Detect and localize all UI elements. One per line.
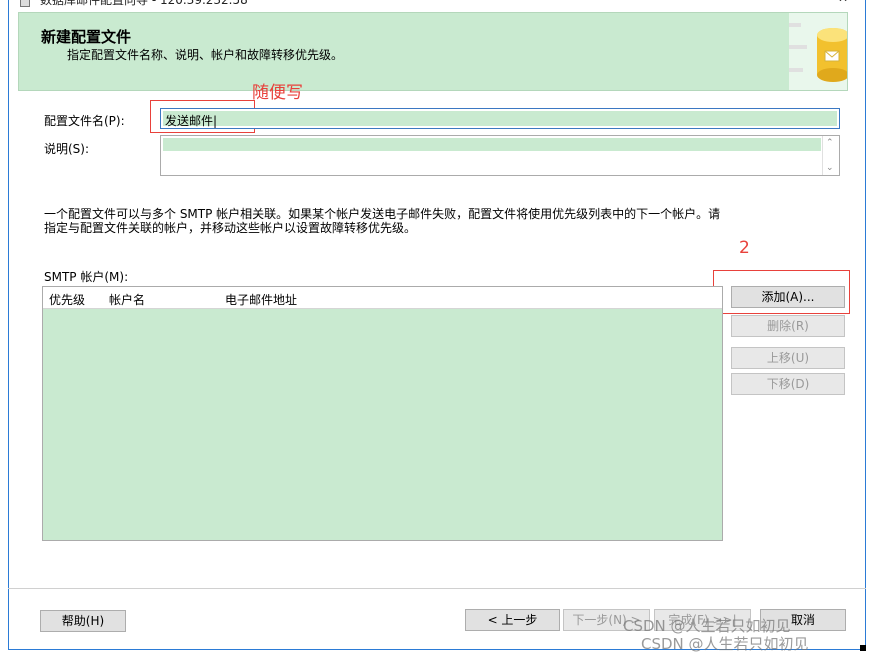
profile-name-input[interactable]: 发送邮件| bbox=[160, 108, 840, 129]
column-account-name[interactable]: 帐户名 bbox=[109, 291, 145, 308]
watermark-line-2: CSDN @人生若只如初见 bbox=[641, 635, 809, 653]
scroll-up-icon[interactable]: ⌃ bbox=[826, 138, 834, 148]
database-mail-logo-icon bbox=[789, 13, 847, 90]
profile-name-value: 发送邮件| bbox=[165, 114, 218, 128]
footer-divider bbox=[8, 588, 866, 589]
info-text: 一个配置文件可以与多个 SMTP 帐户相关联。如果某个帐户发送电子邮件失败，配置… bbox=[44, 207, 844, 235]
wizard-header: 新建配置文件 指定配置文件名称、说明、帐户和故障转移优先级。 bbox=[18, 12, 848, 91]
remove-account-button[interactable]: 删除(R) bbox=[731, 315, 845, 337]
info-line-2: 指定与配置文件关联的帐户，并移动这些帐户以设置故障转移优先级。 bbox=[44, 221, 417, 235]
corner-marker bbox=[860, 645, 866, 651]
profile-name-label: 配置文件名(P): bbox=[44, 114, 125, 128]
app-icon bbox=[20, 0, 30, 7]
window-title: 数据库邮件配置向导 - 120.39.232.58 bbox=[40, 0, 248, 7]
info-line-1: 一个配置文件可以与多个 SMTP 帐户相关联。如果某个帐户发送电子邮件失败，配置… bbox=[44, 207, 721, 221]
page-title: 新建配置文件 bbox=[41, 28, 132, 46]
description-input[interactable]: ⌃ ⌄ bbox=[160, 135, 840, 176]
smtp-accounts-table[interactable]: 优先级 帐户名 电子邮件地址 bbox=[42, 286, 723, 541]
add-account-button[interactable]: 添加(A)... bbox=[731, 286, 845, 308]
help-button[interactable]: 帮助(H) bbox=[40, 610, 126, 632]
description-scrollbar[interactable]: ⌃ ⌄ bbox=[822, 136, 839, 175]
scroll-down-icon[interactable]: ⌄ bbox=[826, 163, 834, 173]
column-email-address[interactable]: 电子邮件地址 bbox=[225, 291, 297, 308]
title-bar[interactable]: 数据库邮件配置向导 - 120.39.232.58 — ✕ bbox=[9, 0, 865, 12]
input-highlight bbox=[163, 138, 821, 151]
annotation-step-2: 2 bbox=[739, 238, 750, 258]
table-header: 优先级 帐户名 电子邮件地址 bbox=[43, 287, 722, 309]
smtp-accounts-label: SMTP 帐户(M): bbox=[44, 270, 129, 284]
input-highlight bbox=[163, 111, 837, 126]
page-subtitle: 指定配置文件名称、说明、帐户和故障转移优先级。 bbox=[67, 48, 344, 62]
minimize-button[interactable]: — bbox=[775, 0, 799, 9]
move-down-button[interactable]: 下移(D) bbox=[731, 373, 845, 395]
description-label: 说明(S): bbox=[44, 142, 90, 156]
move-up-button[interactable]: 上移(U) bbox=[731, 347, 845, 369]
column-priority[interactable]: 优先级 bbox=[49, 291, 85, 308]
annotation-write-anything: 随便写 bbox=[252, 83, 303, 103]
close-button[interactable]: ✕ bbox=[831, 0, 855, 9]
back-button[interactable]: < 上一步 bbox=[465, 609, 560, 631]
